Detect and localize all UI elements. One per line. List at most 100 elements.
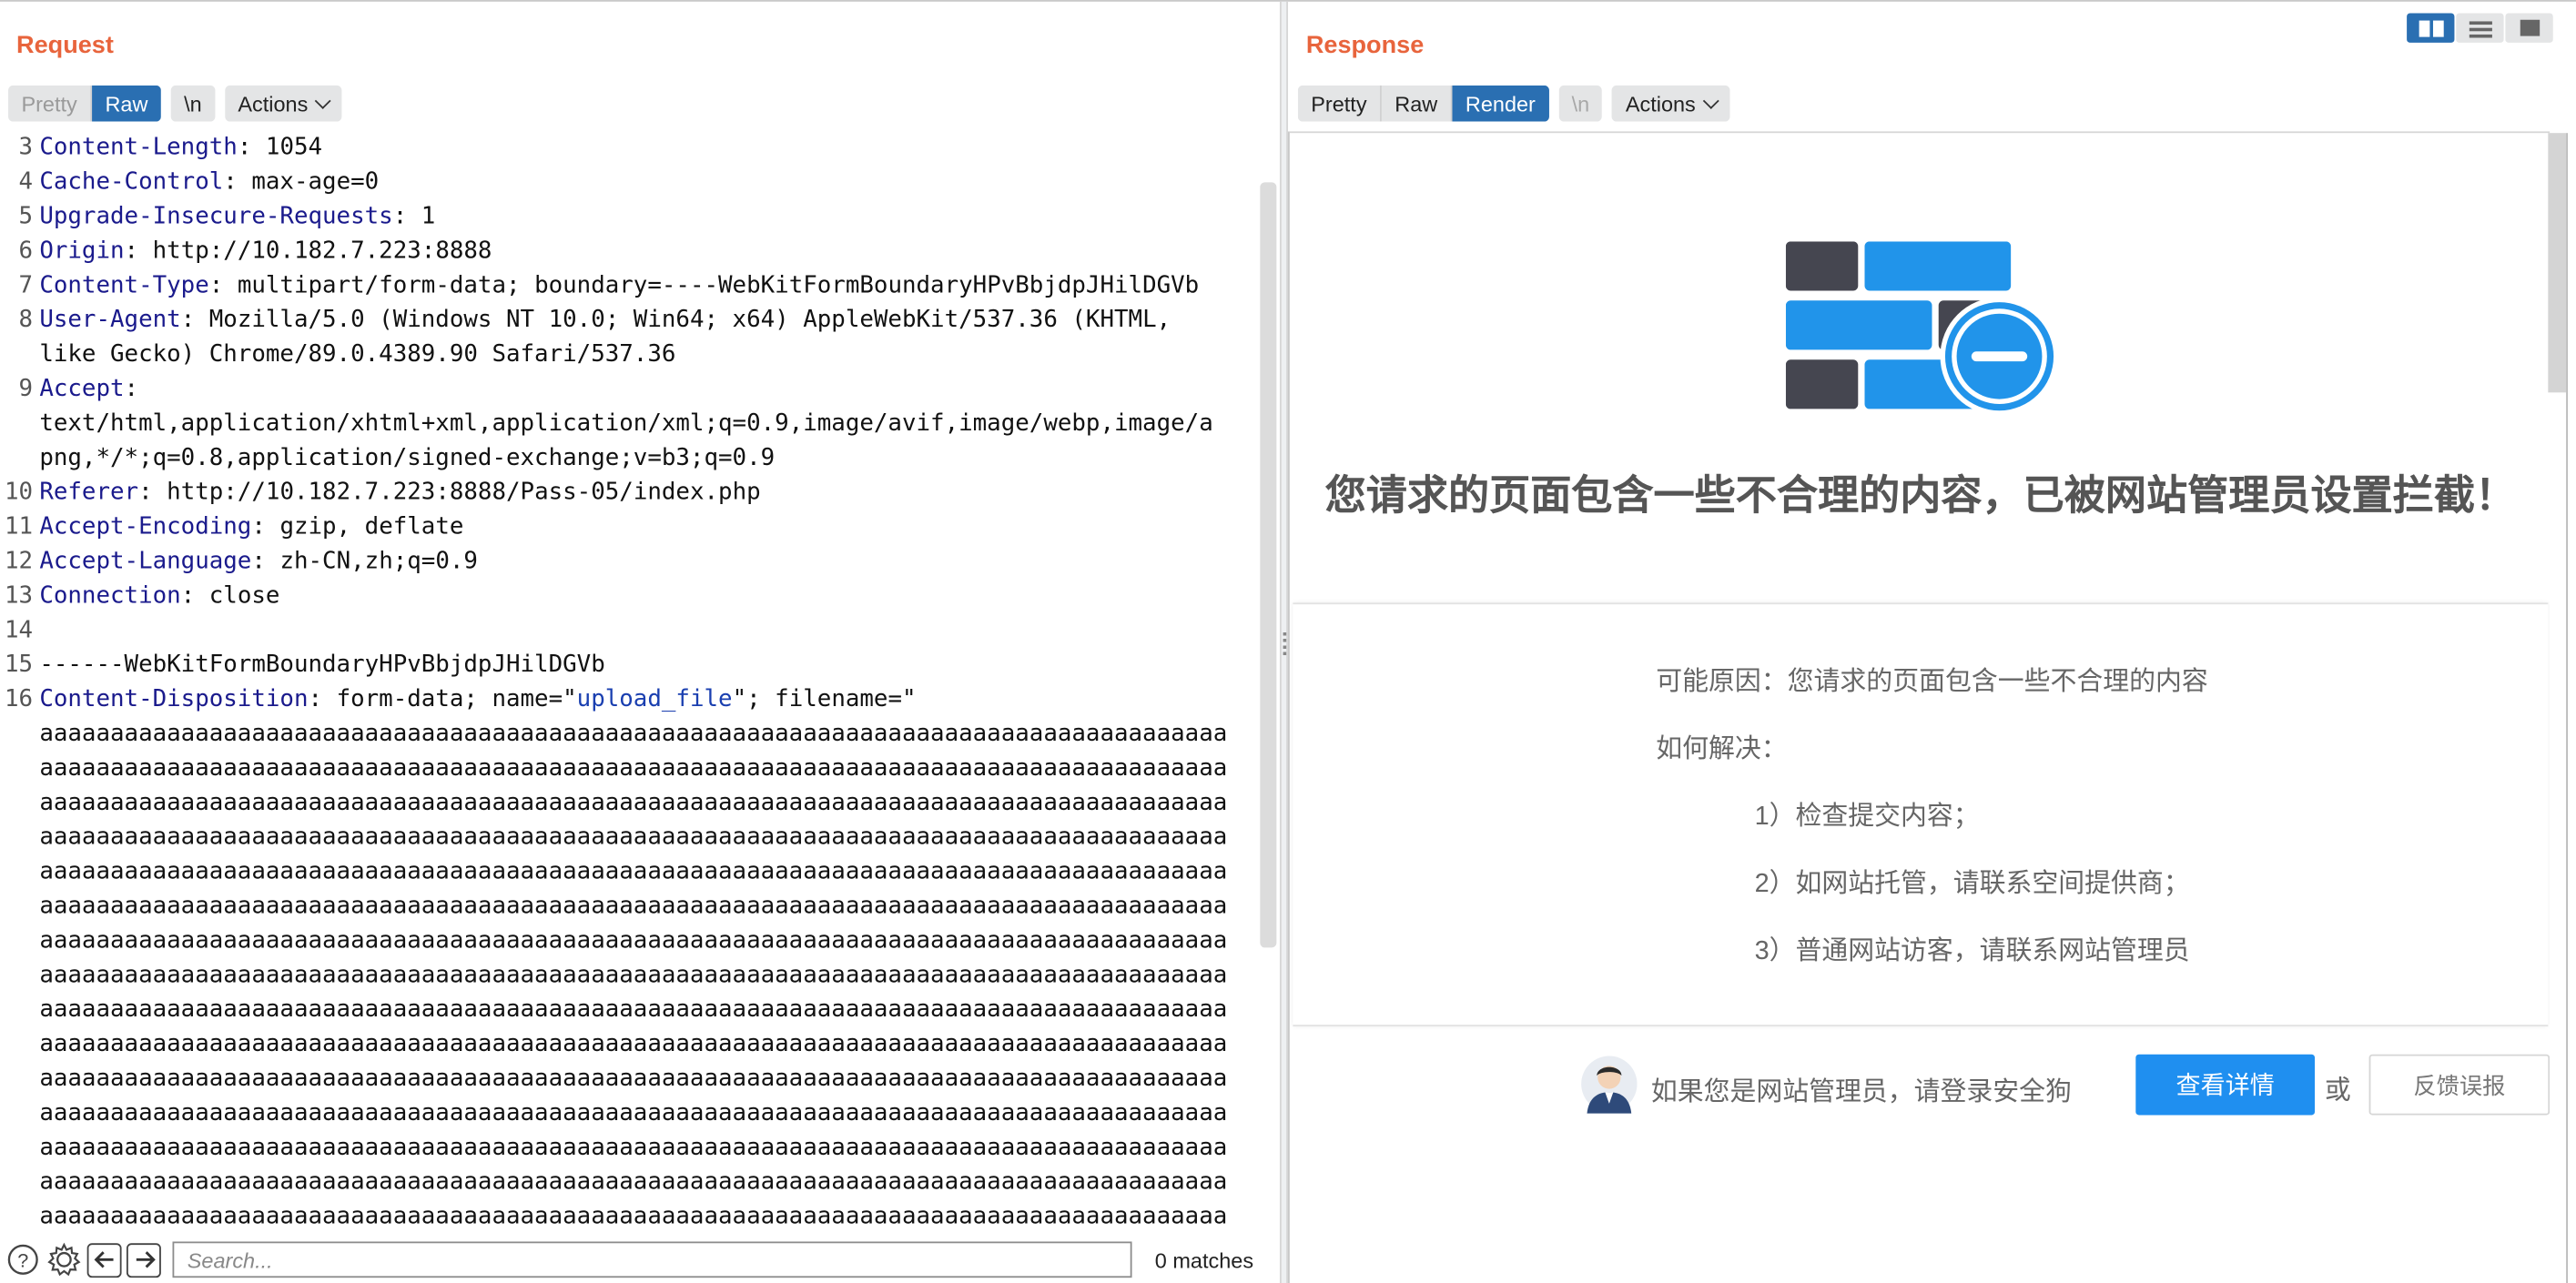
header-value: http://10.182.7.223:8888 [138, 237, 492, 265]
payload-line: aaaaaaaaaaaaaaaaaaaaaaaaaaaaaaaaaaaaaaaa… [0, 890, 1260, 924]
header-colon: : [138, 480, 153, 506]
header-key: Upgrade-Insecure-Requests [39, 203, 393, 230]
code-line: png,*/*;q=0.8,application/signed-exchang… [0, 442, 1260, 477]
line-number: 8 [18, 307, 34, 334]
code-line: 15 ------WebKitFormBoundaryHPvBbjdpJHilDG… [0, 649, 1260, 683]
header-key: Content-Length [39, 134, 238, 161]
header-colon: : [180, 582, 196, 610]
payload-line: aaaaaaaaaaaaaaaaaaaaaaaaaaaaaaaaaaaaaaaa… [0, 718, 1260, 753]
gear-icon[interactable] [46, 1241, 83, 1278]
report-false-positive-button[interactable]: 反馈误报 [2368, 1054, 2551, 1116]
header-key: Content-Disposition [39, 686, 309, 713]
back-arrow-icon[interactable] [86, 1242, 122, 1278]
payload-text: aaaaaaaaaaaaaaaaaaaaaaaaaaaaaaaaaaaaaaaa… [39, 962, 1228, 989]
line-number [0, 338, 39, 373]
line-number [0, 924, 39, 959]
single-view-button[interactable] [2505, 13, 2553, 43]
header-value: http://10.182.7.223:8888/Pass-05/index.p… [152, 480, 761, 506]
divider-grip[interactable] [1283, 631, 1287, 656]
code-line: like Gecko) Chrome/89.0.4389.90 Safari/5… [0, 338, 1260, 373]
code-line: 5 Upgrade-Insecure-Requests: 1 [0, 200, 1260, 235]
possible-reason: 可能原因：您请求的页面包含一些不合理的内容 [1656, 668, 2208, 697]
code-line: 11 Accept-Encoding: gzip, deflate [0, 510, 1260, 545]
line-number [0, 442, 39, 477]
line-number: 13 [5, 582, 34, 610]
payload-text: aaaaaaaaaaaaaaaaaaaaaaaaaaaaaaaaaaaaaaaa… [39, 1203, 1228, 1230]
line-number [0, 1200, 39, 1231]
fix-step: 3）普通网站访客，请联系网站管理员 [1754, 937, 2190, 966]
line-number [0, 1063, 39, 1097]
line-number [0, 855, 39, 890]
code-line: 4 Cache-Control: max-age=0 [0, 166, 1260, 200]
request-view-tabs: Pretty Raw [8, 85, 161, 122]
search-input[interactable]: Search... [172, 1241, 1132, 1278]
line-number [0, 821, 39, 855]
split-columns-view-button[interactable] [2407, 13, 2455, 43]
code-line: 10 Referer: http://10.182.7.223:8888/Pass… [0, 476, 1260, 510]
header-colon: : [208, 272, 224, 299]
payload-line: aaaaaaaaaaaaaaaaaaaaaaaaaaaaaaaaaaaaaaaa… [0, 924, 1260, 959]
admin-avatar-icon [1581, 1056, 1638, 1114]
line-number [0, 994, 39, 1028]
payload-text: aaaaaaaaaaaaaaaaaaaaaaaaaaaaaaaaaaaaaaaa… [39, 927, 1228, 955]
payload-text: aaaaaaaaaaaaaaaaaaaaaaaaaaaaaaaaaaaaaaaa… [39, 1066, 1228, 1093]
newline-toggle[interactable]: \n [1558, 85, 1603, 122]
tab-render[interactable]: Render [1452, 85, 1549, 122]
header-colon: : [124, 376, 139, 403]
block-headline: 您请求的页面包含一些不合理的内容，已被网站管理员设置拦截！ [1324, 472, 2517, 520]
search-bar: ? Search... 0 matches [0, 1237, 1280, 1283]
chevron-down-icon [315, 92, 332, 109]
editor-scrollbar[interactable] [1260, 182, 1277, 948]
header-value: ------WebKitFormBoundaryHPvBbjdpJHilDGVb [39, 652, 605, 679]
payload-text: aaaaaaaaaaaaaaaaaaaaaaaaaaaaaaaaaaaaaaaa… [39, 893, 1228, 920]
line-number: 3 [18, 134, 34, 161]
payload-text: aaaaaaaaaaaaaaaaaaaaaaaaaaaaaaaaaaaaaaaa… [39, 721, 1228, 748]
header-value: max-age=0 [237, 168, 380, 196]
chevron-down-icon [1703, 92, 1719, 109]
render-edge [2566, 133, 2568, 1283]
actions-menu-button[interactable]: Actions [1612, 85, 1730, 122]
split-rows-view-button[interactable] [2456, 13, 2504, 43]
header-key: User-Agent [39, 307, 181, 334]
render-scrollbar[interactable] [2548, 133, 2567, 393]
header-key: Origin [39, 237, 125, 265]
match-count: 0 matches [1154, 1247, 1254, 1272]
line-number: 10 [5, 480, 34, 506]
payload-text: aaaaaaaaaaaaaaaaaaaaaaaaaaaaaaaaaaaaaaaa… [39, 858, 1228, 885]
line-number: 5 [18, 203, 34, 230]
header-key: Connection [39, 582, 181, 610]
admin-login-text: 如果您是网站管理员，请登录安全狗 [1650, 1078, 2072, 1107]
header-colon: : [251, 513, 266, 540]
actions-label: Actions [238, 91, 309, 116]
payload-text: aaaaaaaaaaaaaaaaaaaaaaaaaaaaaaaaaaaaaaaa… [39, 996, 1228, 1024]
header-colon: : [308, 686, 323, 713]
view-details-button[interactable]: 查看详情 [2135, 1054, 2316, 1116]
pane-divider[interactable] [1279, 1, 1289, 1283]
header-colon: : [124, 237, 139, 265]
response-toolbar: Pretty Raw Render \n Actions [1297, 85, 1730, 122]
header-value: 1 [407, 203, 436, 230]
tab-pretty[interactable]: Pretty [1297, 85, 1382, 122]
line-number [0, 787, 39, 822]
tab-pretty[interactable]: Pretty [8, 85, 93, 122]
line-number [0, 959, 39, 994]
header-value: 1054 [251, 134, 323, 161]
header-value: png,*/*;q=0.8,application/signed-exchang… [39, 445, 776, 471]
help-icon[interactable]: ? [5, 1241, 41, 1278]
line-number: 12 [5, 548, 34, 575]
tab-raw[interactable]: Raw [92, 85, 161, 122]
request-pane: Request Pretty Raw \n Actions 3 Content-L… [0, 2, 1280, 1283]
header-value: like Gecko) Chrome/89.0.4389.90 Safari/5… [39, 341, 676, 369]
tab-raw[interactable]: Raw [1381, 85, 1453, 122]
newline-toggle[interactable]: \n [170, 85, 216, 122]
actions-menu-button[interactable]: Actions [224, 85, 343, 122]
header-value: text/html,application/xhtml+xml,applicat… [39, 410, 1213, 438]
code-line: 14 [0, 614, 1260, 649]
payload-text: aaaaaaaaaaaaaaaaaaaaaaaaaaaaaaaaaaaaaaaa… [39, 755, 1228, 783]
code-line: 8 User-Agent: Mozilla/5.0 (Windows NT 10.… [0, 304, 1260, 338]
code-line: 12 Accept-Language: zh-CN,zh;q=0.9 [0, 545, 1260, 580]
forward-arrow-icon[interactable] [126, 1242, 161, 1278]
rendered-response: 您请求的页面包含一些不合理的内容，已被网站管理员设置拦截！ 可能原因：您请求的页… [1288, 131, 2551, 1283]
firewall-block-icon [1785, 241, 2059, 416]
request-editor[interactable]: 3 Content-Length: 1054 4 Cache-Control: max… [0, 131, 1260, 1231]
